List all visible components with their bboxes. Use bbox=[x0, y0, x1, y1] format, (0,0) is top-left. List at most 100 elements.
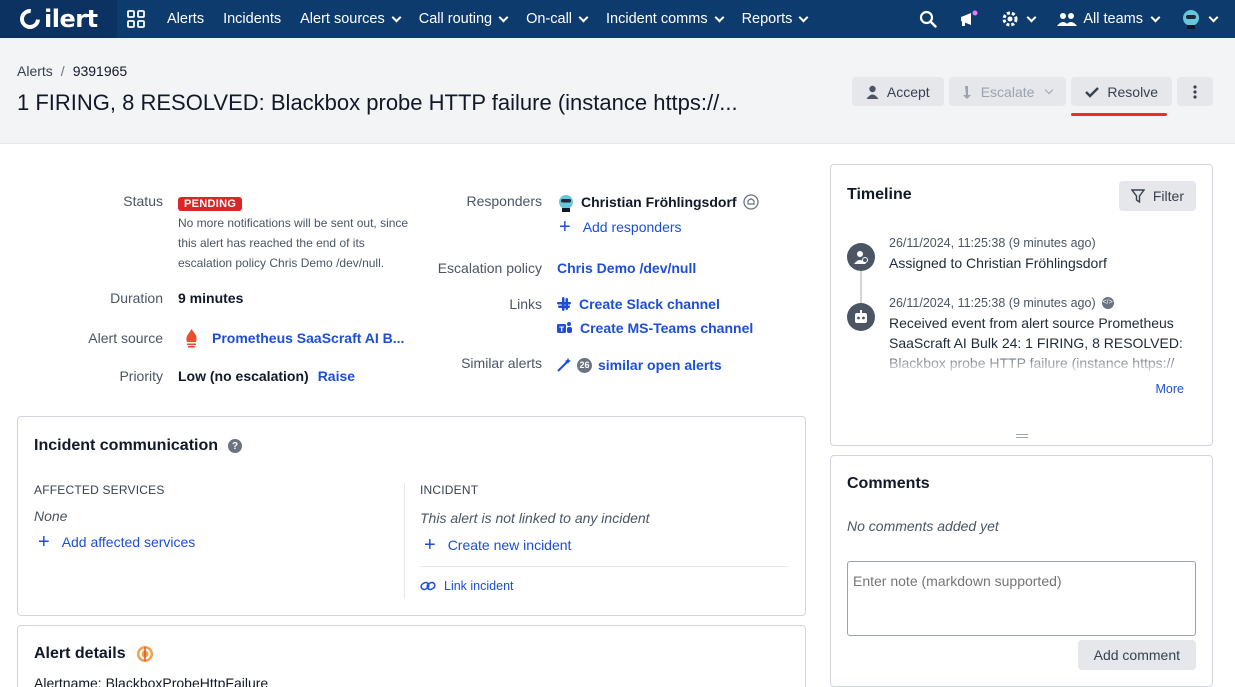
chevron-down-icon bbox=[798, 12, 809, 22]
slack-icon bbox=[557, 297, 571, 311]
comments-title: Comments bbox=[847, 475, 930, 492]
breadcrumb-alert-id: 9391965 bbox=[72, 63, 128, 79]
chevron-down-icon bbox=[1045, 85, 1054, 95]
chevron-down-icon bbox=[578, 12, 589, 22]
chevron-down-icon bbox=[1208, 12, 1219, 22]
create-teams-channel-button[interactable]: T Create MS-Teams channel bbox=[557, 320, 753, 336]
timeline-event: 26/11/2024, 11:25:38 (9 minutes ago) </>… bbox=[889, 293, 1194, 373]
escalate-button[interactable]: Escalate bbox=[948, 77, 1067, 106]
link-incident-label: Link incident bbox=[444, 579, 514, 593]
alert-detail-main: Status PENDING No more notifications wil… bbox=[0, 144, 1235, 687]
plus-icon: + bbox=[559, 216, 571, 238]
nav-incidents-label: Incidents bbox=[223, 11, 282, 27]
column-divider bbox=[404, 483, 405, 599]
similar-alerts-link[interactable]: 26 similar open alerts bbox=[557, 357, 722, 373]
users-icon bbox=[1057, 13, 1078, 26]
code-icon[interactable]: </> bbox=[1101, 297, 1114, 309]
priority-value: Low (no escalation) Raise bbox=[178, 368, 355, 384]
filter-button[interactable]: Filter bbox=[1118, 181, 1196, 211]
duration-label: Duration bbox=[110, 290, 163, 306]
chevron-down-icon bbox=[498, 12, 509, 22]
timeline-title: Timeline bbox=[847, 186, 912, 203]
nav-call-routing[interactable]: Call routing bbox=[419, 11, 509, 27]
nav-alerts[interactable]: Alerts bbox=[167, 11, 204, 27]
add-responders-label: Add responders bbox=[582, 219, 682, 235]
logo-text: ilert bbox=[44, 5, 98, 33]
nav-on-call[interactable]: On-call bbox=[526, 11, 589, 27]
escalate-label: Escalate bbox=[980, 83, 1035, 100]
accept-button[interactable]: Accept bbox=[851, 77, 944, 106]
avatar bbox=[1183, 10, 1199, 29]
alert-header: Alerts / 9391965 1 FIRING, 8 RESOLVED: B… bbox=[0, 38, 1235, 144]
chevron-down-icon bbox=[714, 12, 725, 22]
escalate-arrow-icon bbox=[962, 85, 971, 99]
chevron-down-icon bbox=[1150, 12, 1161, 22]
timeline-event-date: 26/11/2024, 11:25:38 (9 minutes ago) bbox=[889, 236, 1096, 250]
add-affected-services-button[interactable]: + Add affected services bbox=[38, 531, 196, 553]
more-vertical-icon bbox=[1193, 84, 1197, 99]
affected-services-header: AFFECTED SERVICES bbox=[34, 483, 165, 497]
ilert-logo[interactable]: ilert bbox=[0, 0, 117, 38]
similar-alerts-label-link: similar open alerts bbox=[598, 357, 722, 373]
team-selector[interactable]: All teams bbox=[1057, 11, 1161, 27]
nav-alerts-label: Alerts bbox=[167, 11, 205, 27]
breadcrumb-alerts-link[interactable]: Alerts bbox=[17, 63, 53, 79]
responder-name[interactable]: Christian Fröhlingsdorf bbox=[581, 194, 737, 210]
create-slack-channel-label: Create Slack channel bbox=[579, 296, 720, 312]
priority-label: Priority bbox=[119, 368, 163, 384]
alert-details-first-line: Alertname: BlackboxProbeHttpFailure bbox=[34, 675, 269, 687]
settings-menu[interactable] bbox=[1001, 10, 1037, 28]
avatar bbox=[559, 195, 573, 212]
ms-teams-icon: T bbox=[557, 322, 572, 334]
apps-grid-icon[interactable] bbox=[117, 10, 155, 28]
links-label: Links bbox=[509, 296, 542, 312]
more-actions-button[interactable] bbox=[1177, 77, 1213, 106]
announcement-megaphone-icon[interactable] bbox=[959, 10, 979, 28]
timeline-event-date: 26/11/2024, 11:25:38 (9 minutes ago) bbox=[889, 296, 1096, 310]
nav-incident-comms[interactable]: Incident comms bbox=[606, 11, 725, 27]
add-affected-services-label: Add affected services bbox=[61, 534, 196, 550]
breadcrumb-separator: / bbox=[60, 63, 65, 79]
alert-details-title: Alert details bbox=[34, 645, 126, 662]
create-slack-channel-button[interactable]: Create Slack channel bbox=[557, 296, 720, 312]
link-incident-button[interactable]: Link incident bbox=[420, 579, 514, 593]
nav-reports[interactable]: Reports bbox=[741, 11, 809, 27]
resolve-button[interactable]: Resolve bbox=[1071, 77, 1172, 106]
status-badge: PENDING bbox=[178, 197, 243, 211]
help-icon[interactable]: ? bbox=[228, 439, 243, 453]
timeline-event: 26/11/2024, 11:25:38 (9 minutes ago) Ass… bbox=[889, 233, 1107, 273]
check-icon bbox=[1085, 86, 1100, 98]
alert-source-label: Alert source bbox=[88, 330, 163, 346]
create-new-incident-button[interactable]: + Create new incident bbox=[424, 534, 572, 556]
plus-icon: + bbox=[424, 534, 436, 556]
notification-status-icon[interactable] bbox=[742, 194, 759, 210]
chevron-down-icon bbox=[1026, 12, 1037, 22]
escalation-policy-link[interactable]: Chris Demo /dev/null bbox=[557, 260, 696, 276]
timeline-more-link[interactable]: More bbox=[1156, 382, 1184, 396]
robot-icon bbox=[847, 303, 875, 331]
add-comment-button[interactable]: Add comment bbox=[1077, 640, 1196, 670]
plus-icon: + bbox=[38, 531, 50, 553]
accept-label: Accept bbox=[886, 83, 930, 100]
comment-input[interactable] bbox=[847, 561, 1196, 636]
breadcrumb: Alerts / 9391965 bbox=[17, 63, 127, 79]
alert-details-panel: Alert details Alertname: BlackboxProbeHt… bbox=[17, 625, 806, 687]
timeline-panel: Timeline Filter 26/11/2024, 11:25:38 (9 … bbox=[830, 164, 1213, 446]
nav-reports-label: Reports bbox=[741, 11, 793, 27]
no-comments-text: No comments added yet bbox=[847, 518, 999, 534]
logo-ring-icon bbox=[15, 4, 45, 34]
search-icon[interactable] bbox=[919, 10, 938, 28]
user-icon bbox=[866, 85, 879, 99]
raise-priority-link[interactable]: Raise bbox=[318, 368, 355, 384]
link-icon bbox=[420, 581, 436, 591]
alert-source-link[interactable]: Prometheus SaaScraft AI B... bbox=[212, 330, 404, 346]
user-menu[interactable] bbox=[1181, 8, 1219, 30]
create-new-incident-label: Create new incident bbox=[447, 537, 572, 553]
nav-incidents[interactable]: Incidents bbox=[223, 11, 281, 27]
resize-handle[interactable] bbox=[1016, 434, 1028, 438]
nav-incident-comms-label: Incident comms bbox=[606, 11, 708, 27]
add-responders-button[interactable]: + Add responders bbox=[559, 216, 682, 238]
nav-alert-sources[interactable]: Alert sources bbox=[300, 11, 402, 27]
assigned-user-icon bbox=[847, 243, 875, 271]
prometheus-flame-icon bbox=[186, 329, 197, 348]
